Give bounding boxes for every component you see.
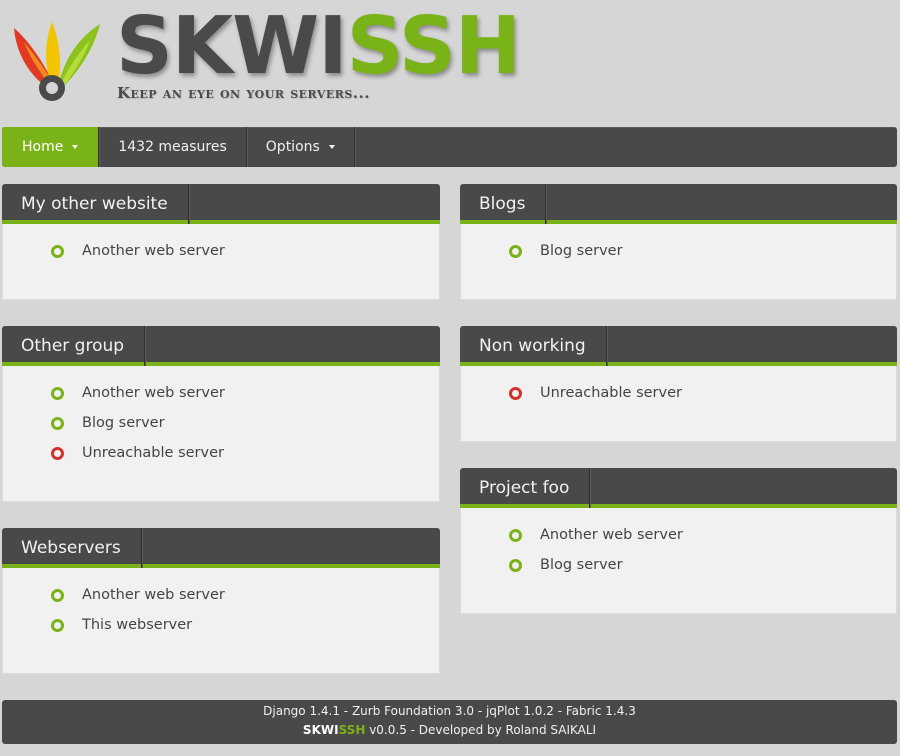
logo-text-part1: SKWI — [116, 0, 348, 92]
server-list-item[interactable]: Another web server — [51, 580, 439, 610]
server-name: Blog server — [540, 557, 623, 573]
panel-header: Blogs — [460, 184, 897, 224]
server-name: Another web server — [82, 243, 225, 259]
panel-header: Project foo — [460, 468, 897, 508]
panel-title[interactable]: Non working — [460, 326, 607, 366]
server-list-item[interactable]: Another web server — [51, 236, 439, 266]
server-group-panel: Other group Another web server Blog server… — [2, 326, 440, 502]
panel-body: Another web server — [2, 224, 440, 300]
footer: Django 1.4.1 - Zurb Foundation 3.0 - jqP… — [2, 700, 897, 744]
status-ok-icon — [509, 528, 522, 542]
footer-credits: Django 1.4.1 - Zurb Foundation 3.0 - jqP… — [263, 704, 636, 718]
server-group-panel: Non working Unreachable server — [460, 326, 897, 442]
panel-title[interactable]: My other website — [2, 184, 189, 224]
caret-down-icon — [328, 145, 335, 149]
footer-version: v0.0.5 - Developed by Roland SAIKALI — [365, 723, 597, 737]
panel-body: Another web server This webserver — [2, 568, 440, 674]
server-group-panel: Project foo Another web server Blog server — [460, 468, 897, 614]
server-list-item[interactable]: This webserver — [51, 610, 439, 640]
server-group-panel: My other website Another web server — [2, 184, 440, 300]
panel-body: Blog server — [460, 224, 897, 300]
server-group-panel: Webservers Another web server This webserv… — [2, 528, 440, 674]
server-group-panel: Blogs Blog server — [460, 184, 897, 300]
panel-title[interactable]: Project foo — [460, 468, 591, 508]
top-navbar: Home 1432 measures Options — [2, 127, 897, 167]
server-name: Unreachable server — [82, 445, 224, 461]
nav-home-menu[interactable]: Home — [2, 127, 100, 167]
status-error-icon — [509, 386, 522, 400]
panel-header: My other website — [2, 184, 440, 224]
status-ok-icon — [51, 588, 64, 602]
panel-header: Other group — [2, 326, 440, 366]
server-name: Blog server — [540, 243, 623, 259]
logo-text-part2: SSH — [346, 0, 521, 92]
footer-brand-part2: SSH — [338, 723, 366, 737]
skwissh-logo-icon[interactable] — [10, 14, 102, 106]
server-name: Another web server — [82, 385, 225, 401]
server-list-item[interactable]: Another web server — [51, 378, 439, 408]
nav-options-menu[interactable]: Options — [247, 127, 355, 167]
panel-title[interactable]: Blogs — [460, 184, 547, 224]
logo-wordmark[interactable]: SKWISSH — [116, 4, 521, 88]
status-ok-icon — [51, 244, 64, 258]
panel-header: Webservers — [2, 528, 440, 568]
panel-body: Another web server Blog server Unreachable… — [2, 366, 440, 502]
server-name: Another web server — [82, 587, 225, 603]
panel-title[interactable]: Webservers — [2, 528, 142, 568]
status-ok-icon — [51, 618, 64, 632]
tagline: Keep an eye on your servers... — [117, 84, 370, 102]
footer-brand-part1: SKWI — [302, 723, 339, 737]
nav-home-label: Home — [22, 139, 64, 155]
server-name: Blog server — [82, 415, 165, 431]
server-name: Unreachable server — [540, 385, 682, 401]
nav-measures-link[interactable]: 1432 measures — [99, 127, 247, 167]
status-ok-icon — [51, 386, 64, 400]
panel-header: Non working — [460, 326, 897, 366]
status-error-icon — [51, 446, 64, 460]
panel-title[interactable]: Other group — [2, 326, 146, 366]
server-list-item[interactable]: Another web server — [509, 520, 896, 550]
header: SKWISSH Keep an eye on your servers... — [0, 0, 900, 120]
status-ok-icon — [51, 416, 64, 430]
panel-body: Unreachable server — [460, 366, 897, 442]
status-ok-icon — [509, 244, 522, 258]
server-list-item[interactable]: Unreachable server — [509, 378, 896, 408]
footer-version-line: SKWISSH v0.0.5 - Developed by Roland SAI… — [2, 723, 897, 737]
footer-brand: SKWISSH — [303, 723, 365, 737]
nav-options-label: Options — [265, 139, 320, 155]
server-list-item[interactable]: Blog server — [509, 550, 896, 580]
server-list-item[interactable]: Blog server — [509, 236, 896, 266]
server-list-item[interactable]: Unreachable server — [51, 438, 439, 468]
server-list-item[interactable]: Blog server — [51, 408, 439, 438]
caret-down-icon — [72, 145, 79, 149]
nav-measures-label: 1432 measures — [118, 139, 227, 155]
server-name: This webserver — [82, 617, 193, 633]
panel-body: Another web server Blog server — [460, 508, 897, 614]
server-name: Another web server — [540, 527, 683, 543]
status-ok-icon — [509, 558, 522, 572]
